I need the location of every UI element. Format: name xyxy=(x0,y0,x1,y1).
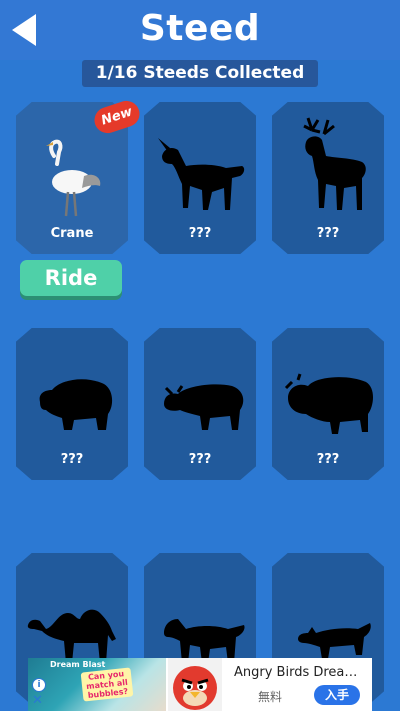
ad-brand-text: Dream Blast xyxy=(50,660,106,669)
wolf-silhouette-icon xyxy=(298,623,371,659)
horse-silhouette-icon xyxy=(164,619,245,663)
bear-silhouette-icon xyxy=(39,379,113,430)
ad-question-text: Can you match all bubbles? xyxy=(80,667,134,702)
steed-card-locked[interactable]: ??? xyxy=(272,328,384,480)
angry-bird-app-icon[interactable] xyxy=(168,658,222,711)
yak-silhouette-icon xyxy=(284,373,373,434)
page-title: Steed xyxy=(139,8,261,49)
steed-name: ??? xyxy=(316,226,340,241)
header-bar: Steed xyxy=(0,0,400,60)
ad-close-icon[interactable]: ✕ xyxy=(32,694,43,708)
bull-silhouette-icon xyxy=(164,384,244,430)
unicorn-silhouette-icon xyxy=(158,138,245,210)
ad-get-button[interactable]: 入手 xyxy=(314,685,360,705)
steed-name: ??? xyxy=(188,452,212,467)
deer-silhouette-icon xyxy=(303,117,366,210)
steed-card-locked[interactable]: ??? xyxy=(144,102,256,254)
steed-card-locked[interactable]: ??? xyxy=(144,328,256,480)
steed-name: ??? xyxy=(188,226,212,241)
ride-button[interactable]: Ride xyxy=(20,260,122,296)
ad-app-name[interactable]: Angry Birds Dream ... xyxy=(234,665,370,680)
ad-thumbnail[interactable]: Dream Blast Can you match all bubbles? i… xyxy=(28,658,166,711)
ad-info-icon[interactable]: i xyxy=(32,678,46,692)
steed-name: Crane xyxy=(50,226,94,241)
camel-silhouette-icon xyxy=(27,609,117,663)
steed-card-locked[interactable]: ??? xyxy=(272,102,384,254)
steed-card-locked[interactable]: ??? xyxy=(16,328,128,480)
steed-name: ??? xyxy=(316,452,340,467)
steed-name: ??? xyxy=(60,452,84,467)
collection-counter: 1/16 Steeds Collected xyxy=(82,60,318,87)
ad-banner[interactable]: Dream Blast Can you match all bubbles? i… xyxy=(28,658,372,711)
ad-price: 無料 xyxy=(258,690,283,704)
